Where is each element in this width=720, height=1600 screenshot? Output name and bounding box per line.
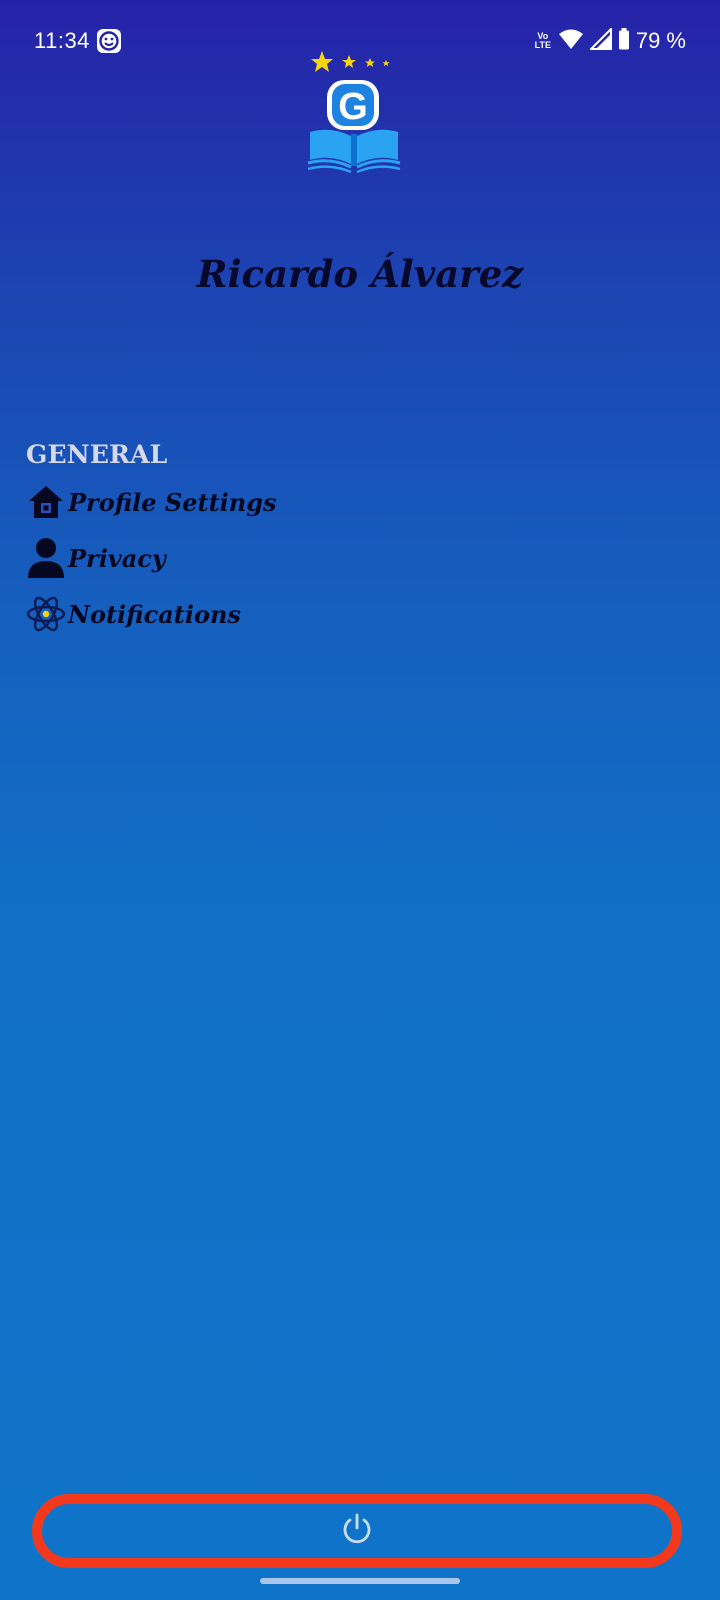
battery-icon — [618, 28, 630, 54]
person-icon — [26, 538, 66, 578]
star-icon — [365, 58, 375, 67]
cell-signal-icon — [588, 26, 612, 54]
power-icon — [340, 1512, 374, 1550]
home-icon — [26, 482, 66, 522]
star-icon — [382, 60, 390, 67]
star-icon — [311, 51, 333, 72]
star-icon — [342, 55, 356, 68]
volte-indicator: Vo LTE — [534, 31, 552, 50]
logo-letter: G — [338, 86, 368, 128]
menu-item-notifications[interactable]: Notifications — [26, 592, 241, 636]
atom-icon — [26, 594, 66, 634]
menu-item-label: Privacy — [68, 543, 166, 573]
section-heading-general: GENERAL — [26, 440, 168, 469]
status-time: 11:34 — [34, 28, 90, 53]
menu-item-label: Profile Settings — [68, 487, 277, 517]
profile-name: Ricardo Álvarez — [196, 252, 524, 296]
gesture-nav-handle[interactable] — [260, 1578, 460, 1584]
menu-item-label: Notifications — [68, 599, 241, 629]
status-indicators: Vo LTE 79 % — [534, 26, 686, 55]
logout-button[interactable] — [32, 1494, 682, 1568]
smile-app-icon — [96, 28, 122, 54]
app-logo: G — [306, 46, 402, 174]
menu-item-profile-settings[interactable]: Profile Settings — [26, 480, 277, 524]
battery-percent: 79 % — [635, 28, 686, 53]
menu-item-privacy[interactable]: Privacy — [26, 536, 166, 580]
wifi-icon — [558, 28, 584, 54]
